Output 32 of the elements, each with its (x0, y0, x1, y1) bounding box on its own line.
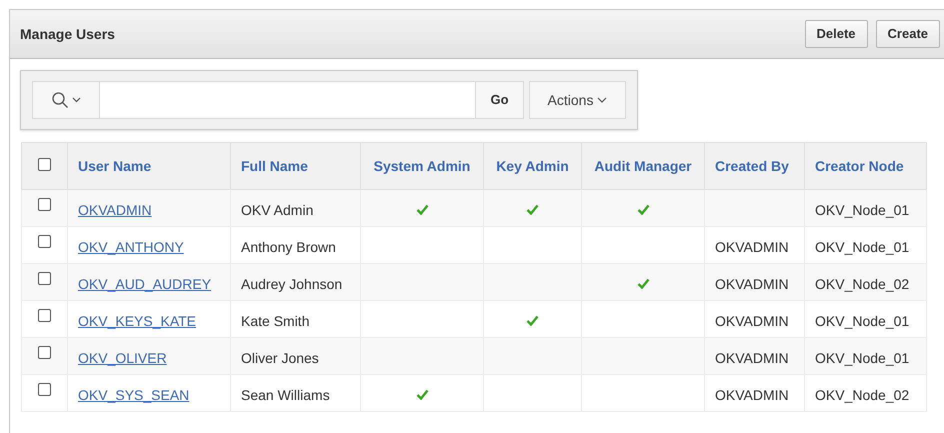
column-header[interactable]: User Name (78, 158, 152, 174)
table-cell-text: OKV_Node_01 (815, 238, 910, 254)
table-cell-text: OKVADMIN (715, 238, 789, 254)
table-cell-text: OKVADMIN (715, 386, 789, 402)
toolbar-button[interactable]: Delete (804, 20, 868, 48)
checkbox[interactable] (38, 382, 51, 396)
checkbox[interactable] (38, 272, 51, 284)
table-cell-text: OKVADMIN (715, 350, 789, 366)
chevron-down-icon (597, 97, 608, 103)
table-cell-text: Oliver Jones (241, 350, 319, 366)
actions-button[interactable]: Actions (529, 81, 626, 119)
column-header[interactable]: Full Name (241, 158, 308, 174)
checkbox[interactable] (38, 234, 51, 248)
table-cell-text: Sean Williams (241, 386, 330, 402)
table-cell-text: OKV_Node_01 (815, 350, 910, 366)
table-cell-text: Kate Smith (241, 312, 310, 328)
toolbar-button[interactable]: Create (876, 20, 940, 48)
checkbox[interactable] (38, 198, 51, 210)
table-cell-text: OKV_Node_02 (815, 386, 910, 402)
table-cell-text: OKV Admin (241, 202, 314, 218)
checkbox[interactable] (38, 308, 51, 322)
table-cell-text: Anthony Brown (241, 238, 336, 254)
checkbox[interactable] (38, 346, 51, 358)
table-cell-text: OKV_Node_02 (815, 276, 910, 292)
table-cell-text: OKVADMIN (715, 276, 789, 292)
user-link[interactable]: OKVADMIN (78, 202, 152, 218)
panel-title: Manage Users (20, 24, 115, 44)
table-cell-text: OKV_Node_01 (815, 312, 910, 328)
table-cell-text: OKVADMIN (715, 312, 789, 328)
checkbox[interactable] (38, 158, 51, 170)
table-cell-text: OKV_Node_01 (815, 202, 910, 218)
table-cell-text: Audrey Johnson (241, 276, 342, 292)
